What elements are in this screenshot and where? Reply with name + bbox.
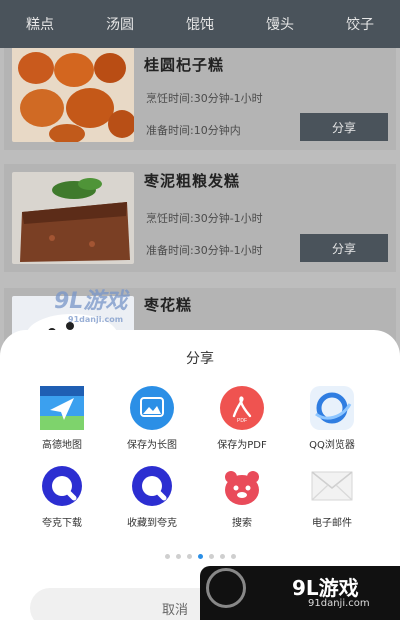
- share-sheet-title: 分享: [186, 351, 214, 367]
- recipe-thumbnail: [12, 48, 134, 142]
- amap-icon: [40, 386, 84, 430]
- share-option-amap[interactable]: 高德地图: [17, 386, 107, 451]
- share-button[interactable]: 分享: [300, 234, 388, 262]
- share-option-email[interactable]: 电子邮件: [287, 464, 377, 529]
- recipe-thumbnail: [12, 172, 134, 264]
- page-dot[interactable]: [230, 554, 236, 559]
- qq-browser-icon: [310, 386, 354, 430]
- prep-time: 准备时间:30分钟-1小时: [146, 244, 263, 257]
- watermark-banner: 9L游戏 91danji.com: [200, 566, 400, 620]
- email-icon: [311, 471, 353, 501]
- quark-favorite-icon: [132, 466, 172, 506]
- page-dot[interactable]: [164, 554, 170, 559]
- watermark-logo: 9L游戏: [292, 576, 359, 600]
- share-option-qq-browser[interactable]: QQ浏览器: [287, 386, 377, 451]
- share-option-quark-download[interactable]: 夸克下载: [17, 464, 107, 529]
- save-long-image-icon: [130, 386, 174, 430]
- category-tab-bar: 糕点 汤圆 馄饨 馒头 饺子: [0, 0, 400, 48]
- watermark-url: 91danji.com: [308, 598, 370, 609]
- page-dot[interactable]: [219, 554, 225, 559]
- tab-jiaozi[interactable]: 饺子: [346, 14, 374, 34]
- recipe-title: 桂圆杞子糕: [144, 56, 225, 74]
- tab-tangyuan[interactable]: 汤圆: [106, 14, 134, 34]
- share-option-save-long-image[interactable]: 保存为长图: [107, 386, 197, 451]
- share-button[interactable]: 分享: [300, 113, 388, 141]
- recipe-title: 枣花糕: [144, 296, 193, 314]
- tab-mantou[interactable]: 馒头: [266, 14, 294, 34]
- recipe-card[interactable]: 桂圆杞子糕 烹饪时间:30分钟-1小时 准备时间:10分钟内 分享: [4, 48, 396, 150]
- page-dot[interactable]: [186, 554, 192, 559]
- share-option-quark-favorite[interactable]: 收藏到夸克: [107, 464, 197, 529]
- recipe-title: 枣泥粗粮发糕: [144, 172, 241, 190]
- watermark-circle-icon: [206, 568, 246, 608]
- search-icon: [225, 471, 259, 505]
- recipe-card[interactable]: 枣泥粗粮发糕 烹饪时间:30分钟-1小时 准备时间:30分钟-1小时 分享: [4, 164, 396, 272]
- watermark-logo: 9L游戏 91danji.com: [54, 289, 128, 324]
- share-option-save-pdf[interactable]: PDF 保存为PDF: [197, 386, 287, 451]
- pdf-icon: PDF: [220, 386, 264, 430]
- share-option-search[interactable]: 搜索: [197, 464, 287, 529]
- tab-gaodian[interactable]: 糕点: [26, 14, 54, 34]
- page-dot-active[interactable]: [197, 554, 203, 559]
- svg-text:PDF: PDF: [237, 418, 247, 424]
- cook-time: 烹饪时间:30分钟-1小时: [146, 92, 263, 105]
- cook-time: 烹饪时间:30分钟-1小时: [146, 212, 263, 225]
- quark-download-icon: [42, 466, 82, 506]
- page-indicator: [0, 554, 400, 559]
- tab-huntun[interactable]: 馄饨: [186, 14, 214, 34]
- prep-time: 准备时间:10分钟内: [146, 124, 241, 137]
- page-dot[interactable]: [208, 554, 214, 559]
- page-dot[interactable]: [175, 554, 181, 559]
